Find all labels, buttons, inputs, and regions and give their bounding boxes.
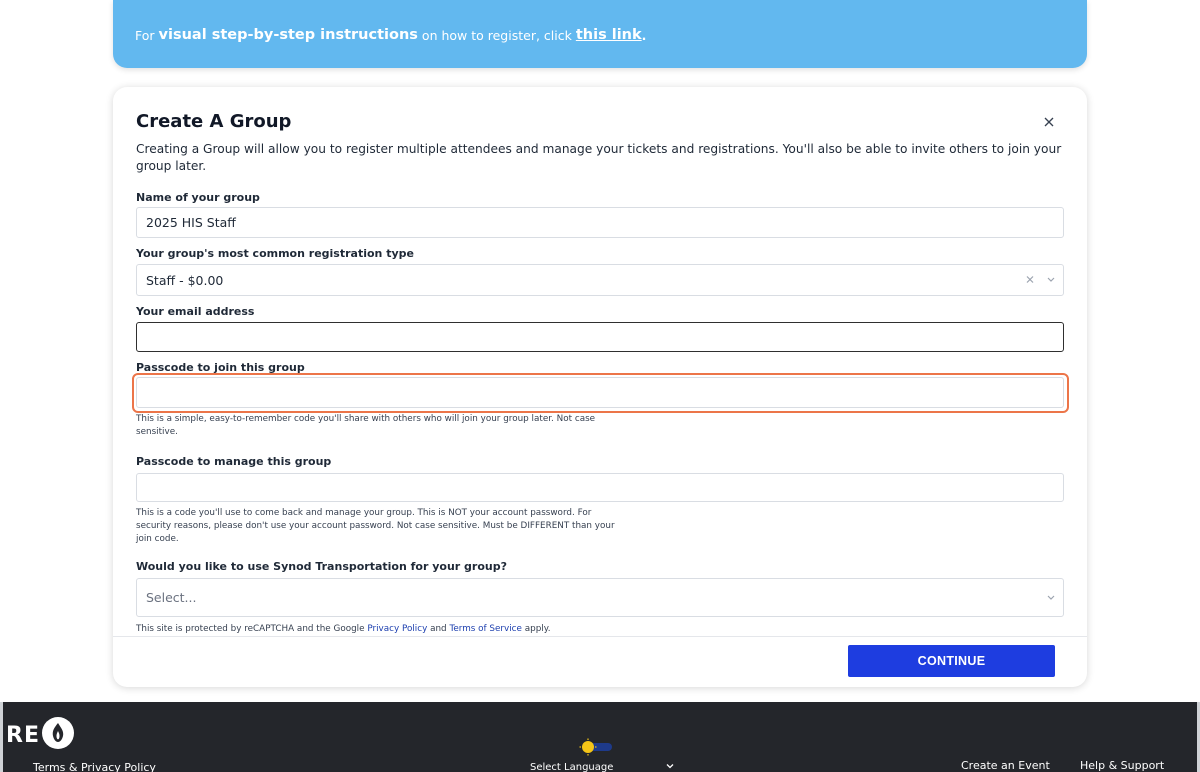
- group-name-label: Name of your group: [136, 191, 260, 204]
- modal-footer-divider: [113, 636, 1087, 637]
- site-footer: RE Terms & Privacy Policy Select Languag…: [0, 702, 1200, 772]
- close-icon: [1044, 117, 1054, 127]
- theme-toggle[interactable]: [578, 738, 614, 756]
- reg-type-label: Your group's most common registration ty…: [136, 247, 414, 260]
- language-label: Select Language: [530, 762, 614, 772]
- join-passcode-label: Passcode to join this group: [136, 361, 305, 374]
- help-support-link[interactable]: Help & Support: [1080, 759, 1164, 772]
- recaptcha-notice: This site is protected by reCAPTCHA and …: [136, 624, 551, 634]
- language-select[interactable]: Select Language: [530, 762, 678, 772]
- captcha-prefix: This site is protected by reCAPTCHA and …: [136, 624, 365, 634]
- captcha-and: and: [430, 624, 447, 634]
- banner-bold-text: visual step-by-step instructions: [158, 27, 418, 43]
- close-button[interactable]: [1041, 114, 1057, 130]
- join-passcode-input[interactable]: [136, 377, 1064, 408]
- email-label: Your email address: [136, 305, 255, 318]
- captcha-suffix: apply.: [524, 624, 551, 634]
- manage-passcode-help: This is a code you'll use to come back a…: [136, 508, 615, 544]
- banner-middle: on how to register, click: [421, 27, 572, 43]
- manage-passcode-label: Passcode to manage this group: [136, 455, 332, 468]
- reg-type-value: Staff - $0.00: [146, 272, 224, 288]
- banner-prefix: For: [135, 27, 155, 43]
- modal-title: Create A Group: [136, 111, 292, 132]
- create-event-link[interactable]: Create an Event: [961, 759, 1050, 772]
- flame-logo-icon[interactable]: [42, 717, 74, 749]
- instructions-link[interactable]: this link: [576, 27, 642, 43]
- terms-of-service-link[interactable]: Terms of Service: [449, 624, 522, 634]
- chevron-down-icon: [665, 761, 675, 772]
- chevron-down-icon: [1046, 273, 1056, 288]
- manage-passcode-input[interactable]: [136, 473, 1064, 502]
- reg-type-select[interactable]: Staff - $0.00: [136, 264, 1064, 296]
- continue-button[interactable]: CONTINUE: [848, 645, 1055, 677]
- brand-text: RE: [6, 723, 40, 748]
- join-passcode-help: This is a simple, easy-to-remember code …: [136, 414, 596, 437]
- terms-privacy-link[interactable]: Terms & Privacy Policy: [33, 761, 156, 772]
- create-group-modal: Create A Group Creating a Group will all…: [113, 87, 1087, 687]
- transport-label: Would you like to use Synod Transportati…: [136, 560, 507, 573]
- group-name-input[interactable]: [136, 207, 1064, 238]
- email-input[interactable]: [136, 322, 1064, 352]
- chevron-down-icon: [1046, 590, 1056, 605]
- instructions-banner: For visual step-by-step instructions on …: [113, 0, 1087, 68]
- banner-suffix: .: [641, 27, 647, 43]
- clear-icon[interactable]: [1025, 273, 1035, 288]
- modal-description: Creating a Group will allow you to regis…: [136, 142, 1062, 173]
- privacy-policy-link[interactable]: Privacy Policy: [367, 624, 427, 634]
- transport-select[interactable]: Select...: [136, 578, 1064, 617]
- transport-placeholder: Select...: [146, 590, 197, 605]
